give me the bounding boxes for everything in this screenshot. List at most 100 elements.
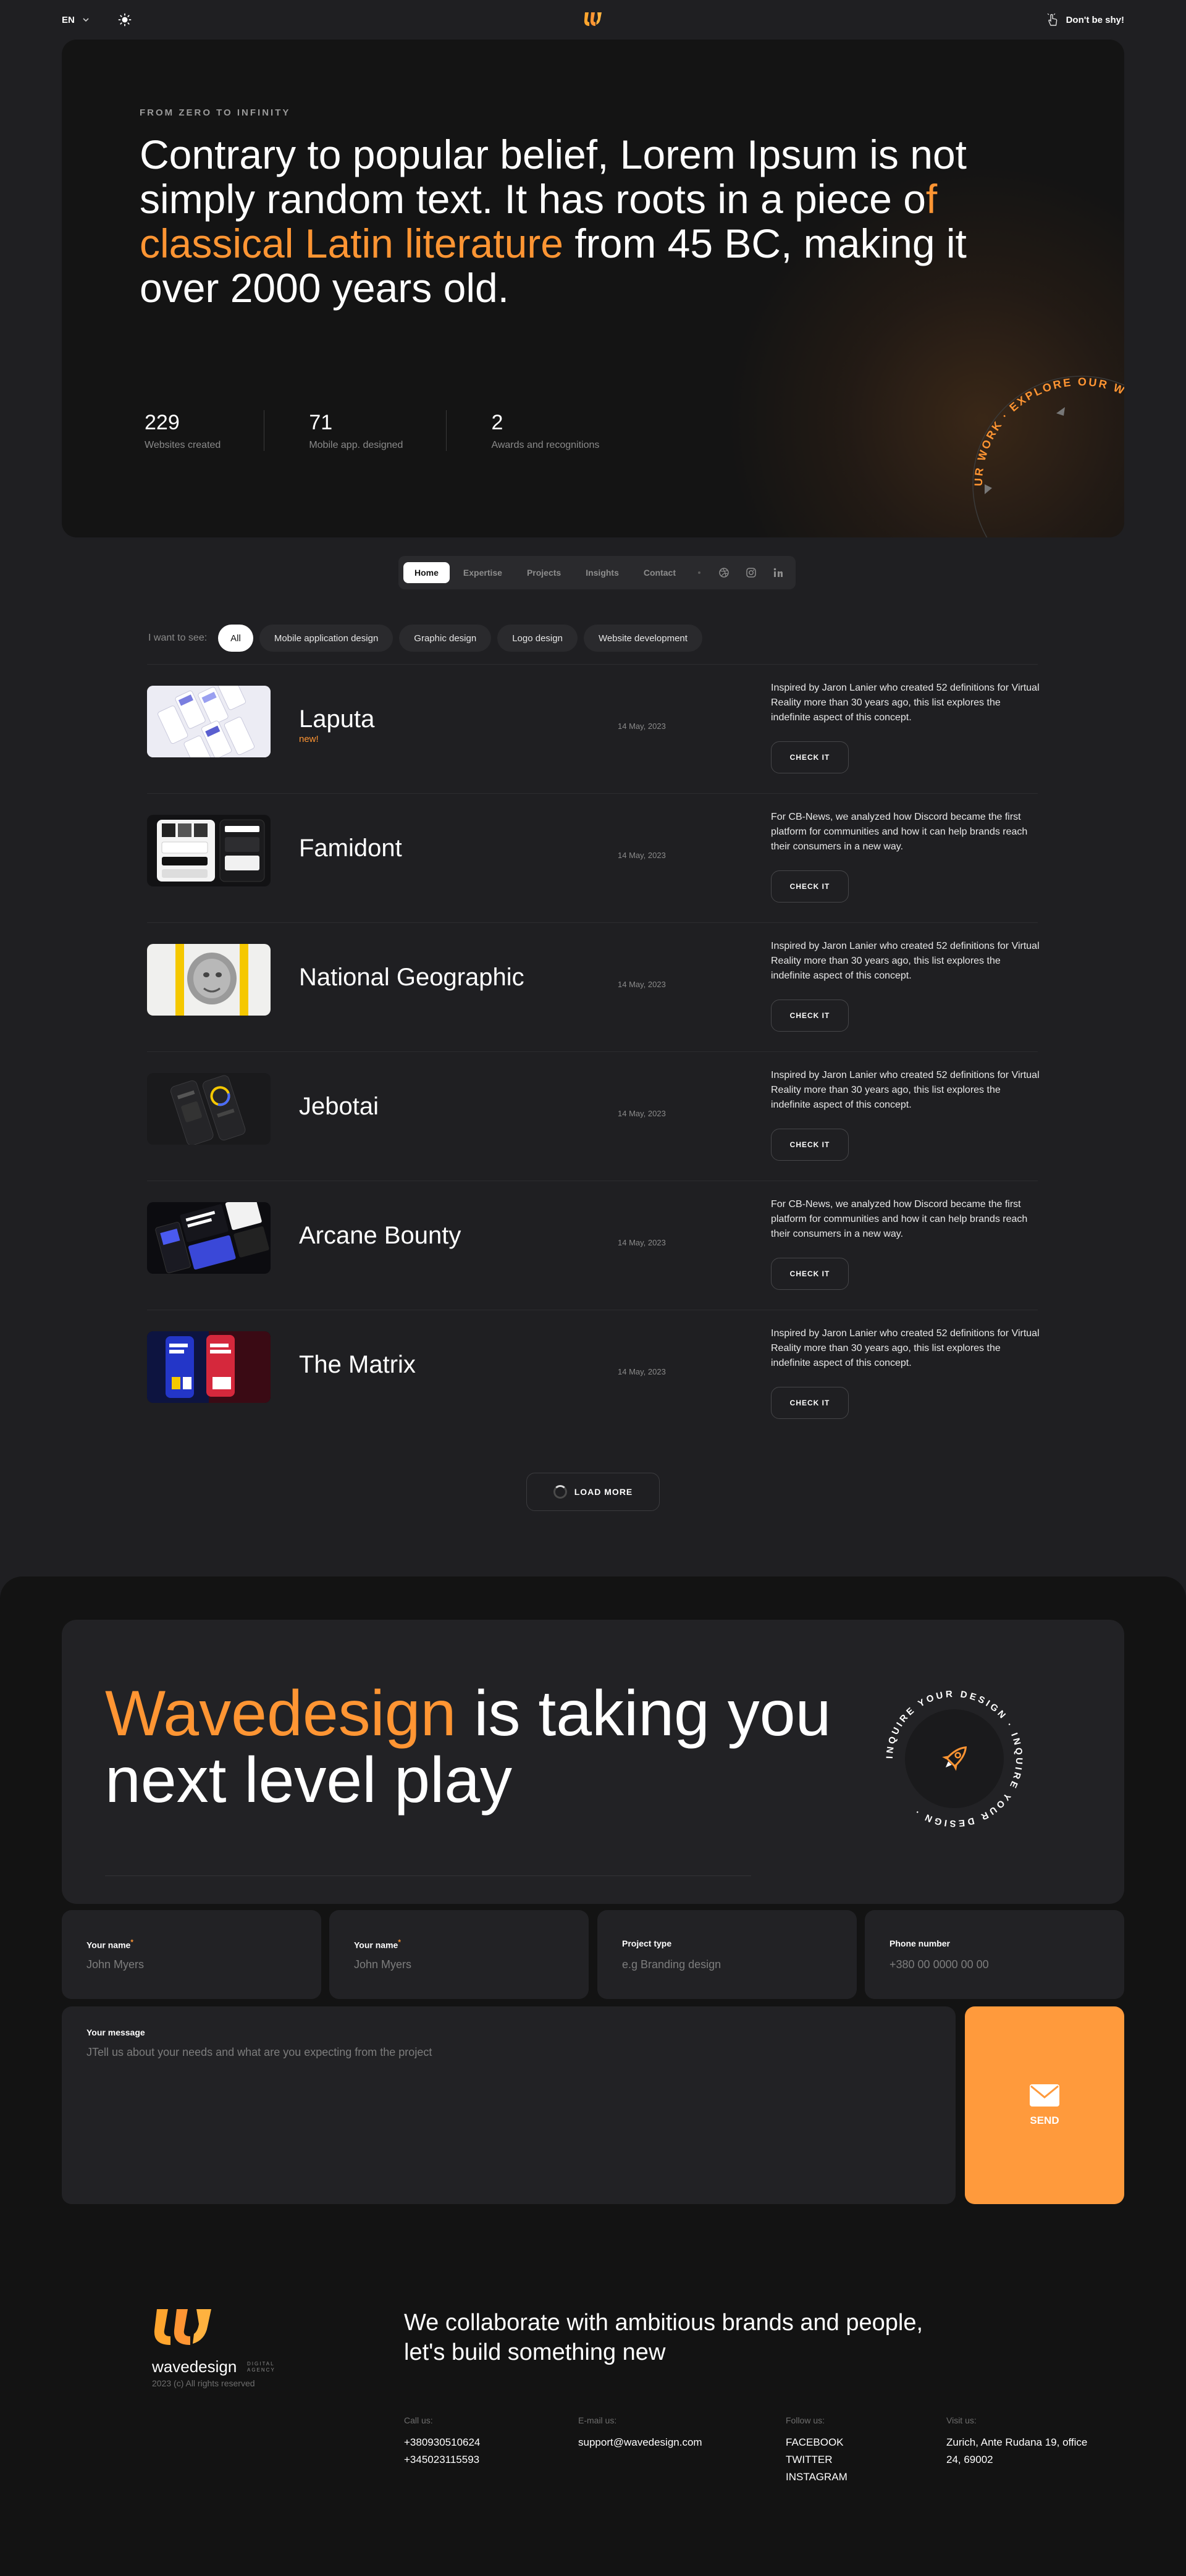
project-thumbnail[interactable] — [147, 944, 271, 1016]
phone-field[interactable]: Phone number +380 00 0000 00 00 — [865, 1910, 1124, 1999]
nav-home[interactable]: Home — [403, 562, 450, 583]
brand-name: wavedesign — [152, 2357, 237, 2376]
filter-chip-logo[interactable]: Logo design — [497, 625, 578, 652]
stat-label: Awards and recognitions — [491, 440, 600, 450]
project-title[interactable]: The Matrix — [299, 1351, 416, 1379]
cta-brand-highlight: Wavedesign — [105, 1678, 456, 1749]
filter-chip-mobile[interactable]: Mobile application design — [259, 625, 393, 652]
field-placeholder: e.g Branding design — [622, 1958, 721, 1971]
linkedin-icon[interactable] — [766, 562, 791, 583]
phone-link[interactable]: +345023115593 — [404, 2451, 480, 2469]
instagram-icon[interactable] — [739, 562, 763, 583]
cta-title: Wavedesign is taking you next level play — [105, 1680, 846, 1814]
project-type-field[interactable]: Project type e.g Branding design — [597, 1910, 857, 1999]
load-more-button[interactable]: LOAD MORE — [526, 1473, 660, 1511]
project-title[interactable]: Famidont — [299, 835, 402, 862]
project-row[interactable]: The Matrix 14 May, 2023 Inspired by Jaro… — [147, 1310, 1040, 1439]
project-row[interactable]: Arcane Bounty 14 May, 2023 For CB-News, … — [147, 1181, 1038, 1310]
envelope-icon — [1030, 2084, 1059, 2107]
project-thumbnail[interactable] — [147, 815, 271, 886]
language-selector[interactable]: EN — [62, 15, 90, 25]
twitter-link[interactable]: TWITTER — [786, 2451, 847, 2469]
project-thumbnail[interactable] — [147, 1073, 271, 1145]
project-description: Inspired by Jaron Lanier who created 52 … — [771, 1070, 1040, 1110]
sun-icon — [118, 13, 132, 27]
wavedesign-logo[interactable] — [152, 2307, 214, 2347]
project-date: 14 May, 2023 — [618, 980, 666, 989]
project-date: 14 May, 2023 — [618, 851, 666, 860]
chevron-down-icon — [83, 18, 89, 22]
footer-call-column: Call us: +380930510624 +345023115593 — [404, 2415, 480, 2469]
filter-label: I want to see: — [148, 633, 208, 643]
project-date: 14 May, 2023 — [618, 1367, 666, 1376]
instagram-link[interactable]: INSTAGRAM — [786, 2469, 847, 2486]
field-placeholder: +380 00 0000 00 00 — [890, 1958, 989, 1971]
project-description: Inspired by Jaron Lanier who created 52 … — [771, 683, 1040, 723]
message-field[interactable]: Your message JTell us about your needs a… — [62, 2006, 956, 2204]
contact-link[interactable]: Don't be shy! — [1046, 13, 1124, 27]
field-placeholder: John Myers — [86, 1958, 145, 1971]
footer-label: Call us: — [404, 2415, 433, 2425]
load-more-label: LOAD MORE — [574, 1487, 633, 1497]
explore-work-text: OUR WORK · EXPLORE OUR WORK · EXPLORE OU… — [957, 361, 1124, 537]
required-marker: * — [398, 1938, 401, 1947]
name-field[interactable]: Your name* John Myers — [62, 1910, 321, 1999]
project-description: Inspired by Jaron Lanier who created 52 … — [771, 1328, 1040, 1368]
nav-projects[interactable]: Projects — [516, 562, 572, 583]
stat-value: 2 — [491, 411, 503, 434]
project-title[interactable]: Laputa — [299, 705, 374, 733]
cta-card: Wavedesign is taking you next level play… — [62, 1620, 1124, 1904]
arrow-icon — [1056, 407, 1065, 416]
project-date: 14 May, 2023 — [618, 1238, 666, 1247]
facebook-link[interactable]: FACEBOOK — [786, 2434, 847, 2451]
field-label: Phone number — [890, 1938, 951, 1948]
top-bar: EN Don't be shy! — [0, 0, 1186, 40]
filter-chip-graphic[interactable]: Graphic design — [399, 625, 492, 652]
new-badge: new! — [299, 734, 319, 744]
project-row[interactable]: Jebotai 14 May, 2023 Inspired by Jaron L… — [147, 1051, 1040, 1181]
required-marker: * — [130, 1938, 133, 1947]
theme-toggle-button[interactable] — [117, 12, 133, 28]
project-thumbnail[interactable] — [147, 686, 271, 757]
project-thumbnail[interactable] — [147, 1202, 271, 1274]
field-label: Project type — [622, 1938, 672, 1948]
phone-link[interactable]: +380930510624 — [404, 2434, 480, 2451]
project-row[interactable]: Laputa new! 14 May, 2023 Inspired by Jar… — [147, 664, 1040, 793]
project-row[interactable]: National Geographic 14 May, 2023 Inspire… — [147, 922, 1040, 1051]
wavedesign-logo[interactable] — [583, 11, 603, 27]
footer-social-column: Follow us: FACEBOOK TWITTER INSTAGRAM — [786, 2415, 847, 2486]
project-filters: I want to see: All Mobile application de… — [148, 625, 702, 652]
nav-contact[interactable]: Contact — [633, 562, 687, 583]
copyright: 2023 (c) All rights reserved — [152, 2378, 255, 2388]
brand-tagline: DIGITAL AGENCY — [247, 2361, 275, 2373]
nav-insights[interactable]: Insights — [574, 562, 630, 583]
check-it-button[interactable]: CHECK IT — [771, 1000, 849, 1032]
filter-chip-website[interactable]: Website development — [583, 625, 702, 652]
explore-work-circle[interactable]: OUR WORK · EXPLORE OUR WORK · EXPLORE OU… — [957, 361, 1124, 537]
project-thumbnail[interactable] — [147, 1331, 271, 1403]
project-title[interactable]: Arcane Bounty — [299, 1222, 461, 1250]
language-label: EN — [62, 14, 75, 25]
project-title[interactable]: Jebotai — [299, 1093, 379, 1121]
check-it-button[interactable]: CHECK IT — [771, 741, 849, 773]
project-row[interactable]: Famidont 14 May, 2023 For CB-News, we an… — [147, 793, 1038, 922]
nav-expertise[interactable]: Expertise — [452, 562, 513, 583]
check-it-button[interactable]: CHECK IT — [771, 1258, 849, 1290]
arrow-icon — [985, 484, 992, 494]
nav-separator — [698, 571, 700, 574]
project-title[interactable]: National Geographic — [299, 964, 524, 991]
email-link[interactable]: support@wavedesign.com — [578, 2434, 702, 2451]
check-it-button[interactable]: CHECK IT — [771, 1387, 849, 1419]
footer-label: E-mail us: — [578, 2415, 617, 2425]
check-it-button[interactable]: CHECK IT — [771, 1129, 849, 1161]
spinner-icon — [553, 1485, 567, 1499]
inquire-design-badge[interactable]: INQUIRE YOUR DESIGN · INQUIRE YOUR DESIG… — [877, 1682, 1032, 1836]
dribbble-icon[interactable] — [712, 562, 736, 583]
send-button[interactable]: SEND — [965, 2006, 1124, 2204]
stat-value: 71 — [309, 411, 333, 434]
divider — [105, 1875, 751, 1876]
name-field[interactable]: Your name* John Myers — [329, 1910, 589, 1999]
footer-email-column: E-mail us: support@wavedesign.com — [578, 2415, 702, 2451]
filter-chip-all[interactable]: All — [218, 625, 253, 652]
check-it-button[interactable]: CHECK IT — [771, 870, 849, 903]
